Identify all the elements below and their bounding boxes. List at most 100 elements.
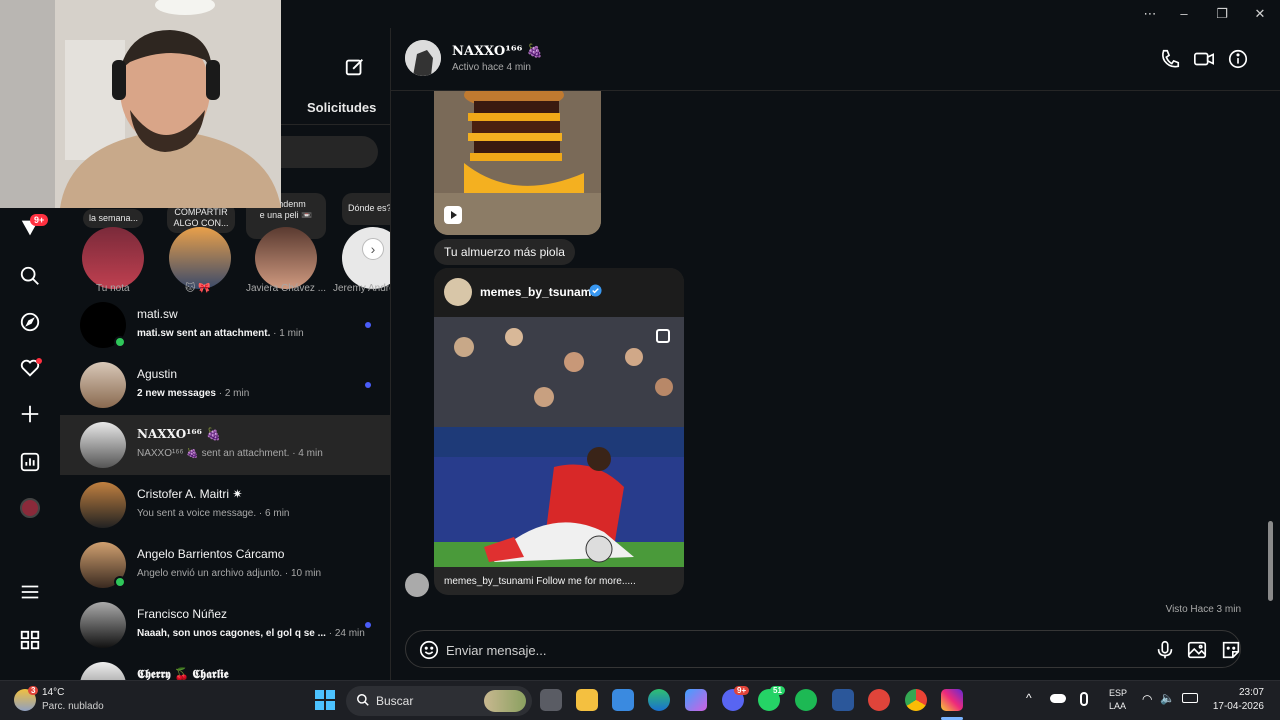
conversation-item[interactable]: Angelo Barrientos Cárcamo Angelo envió u… xyxy=(60,535,390,595)
avatar xyxy=(80,482,126,528)
microphone-tray-icon[interactable] xyxy=(1080,692,1088,706)
wifi-icon[interactable]: ◠ xyxy=(1142,692,1152,706)
unread-dot xyxy=(365,322,371,328)
explore-icon[interactable] xyxy=(18,310,42,334)
contact-name[interactable]: NAXXO¹⁶⁶ 🍇 xyxy=(452,44,543,59)
chevron-up-icon[interactable]: ^ xyxy=(1026,691,1032,705)
video-call-icon[interactable] xyxy=(1193,48,1215,70)
activity-dot xyxy=(36,358,42,364)
input-language[interactable]: ESP xyxy=(1109,688,1127,698)
search-icon xyxy=(356,693,370,712)
note-avatar[interactable] xyxy=(169,227,231,289)
shared-post-header: memes_by_tsunami xyxy=(434,268,684,317)
note-name: Tu nota xyxy=(96,283,130,294)
menu-icon[interactable] xyxy=(18,580,42,604)
conversation-item[interactable]: mati.sw mati.sw sent an attachment. · 1 … xyxy=(60,295,390,355)
conversation-item-active[interactable]: NAXXO¹⁶⁶ 🍇 NAXXO¹⁶⁶ 🍇 sent an attachment… xyxy=(60,415,390,475)
avatar xyxy=(80,662,126,680)
conversation-preview: mati.sw sent an attachment. · 1 min xyxy=(137,328,304,339)
conversation-name: NAXXO¹⁶⁶ 🍇 xyxy=(137,427,222,441)
chat-header: NAXXO¹⁶⁶ 🍇 Activo hace 4 min xyxy=(391,28,1280,91)
input-layout[interactable]: LAA xyxy=(1109,701,1126,711)
chevron-right-icon[interactable]: › xyxy=(362,238,384,260)
file-explorer-icon[interactable] xyxy=(576,689,598,711)
weather-summary[interactable]: Parc. nublado xyxy=(42,701,104,712)
message-bubble[interactable]: Tu almuerzo más piola xyxy=(434,239,575,265)
app-icon[interactable] xyxy=(868,689,890,711)
task-view-icon[interactable] xyxy=(540,689,562,711)
note-name: Jeremy Andre xyxy=(333,283,391,294)
note-avatar[interactable] xyxy=(82,227,144,289)
avatar xyxy=(80,362,126,408)
profile-icon[interactable] xyxy=(18,496,42,520)
tab-requests[interactable]: Solicitudes xyxy=(307,100,376,115)
start-icon[interactable] xyxy=(315,690,335,710)
avatar xyxy=(80,422,126,468)
compose-icon[interactable] xyxy=(344,56,366,78)
conversation-preview: Naaah, son unos cagones, el gol q se ...… xyxy=(137,628,365,639)
phone-icon[interactable] xyxy=(1159,48,1181,70)
conversation-item[interactable]: Agustin 2 new messages · 2 min xyxy=(60,355,390,415)
reel-icon xyxy=(444,206,462,224)
clock-date[interactable]: 17-04-2026 xyxy=(1213,701,1264,712)
heart-icon[interactable] xyxy=(18,356,42,380)
scroll-thumb[interactable] xyxy=(1268,521,1273,601)
close-window-button[interactable]: ✕ xyxy=(1248,4,1272,24)
conversation-preview: NAXXO¹⁶⁶ 🍇 sent an attachment. · 4 min xyxy=(137,448,323,459)
conversation-item[interactable]: Cristofer A. Maitri ✷ You sent a voice m… xyxy=(60,475,390,535)
conversation-preview: Angelo envió un archivo adjunto. · 10 mi… xyxy=(137,568,322,579)
conversation-item[interactable]: Francisco Núñez Naaah, son unos cagones,… xyxy=(60,595,390,655)
apps-icon[interactable] xyxy=(18,628,42,652)
search-icon[interactable] xyxy=(18,264,42,288)
store-icon[interactable] xyxy=(612,689,634,711)
weather-badge: 3 xyxy=(28,686,39,695)
note-bubble[interactable]: Dónde es? xyxy=(342,193,390,225)
message-scrollbar[interactable] xyxy=(1262,91,1280,680)
shared-username[interactable]: memes_by_tsunami xyxy=(480,285,595,299)
taskbar-search[interactable]: Buscar xyxy=(346,686,532,716)
spotify-icon[interactable] xyxy=(795,689,817,711)
clock-time[interactable]: 23:07 xyxy=(1239,687,1264,698)
info-icon[interactable] xyxy=(1227,48,1249,70)
conversation-name: Francisco Núñez xyxy=(137,607,228,621)
weather-temperature[interactable]: 14°C xyxy=(42,687,64,698)
unread-dot xyxy=(365,382,371,388)
chrome-icon[interactable] xyxy=(905,689,927,711)
microphone-icon[interactable] xyxy=(1154,639,1176,661)
onedrive-icon[interactable] xyxy=(1050,694,1066,703)
chat-panel: NAXXO¹⁶⁶ 🍇 Activo hace 4 min Tu almuerzo… xyxy=(391,28,1280,680)
edge-icon[interactable] xyxy=(648,689,670,711)
conversation-item[interactable]: 𝕮𝖍𝖊𝖗𝖗𝖞 🍒 𝕮𝖍𝖆𝖗𝖑𝖎𝖊 xyxy=(60,655,390,680)
volume-icon[interactable]: 🔈 xyxy=(1160,691,1175,705)
conversation-name: 𝕮𝖍𝖊𝖗𝖗𝖞 🍒 𝕮𝖍𝖆𝖗𝖑𝖎𝖊 xyxy=(137,667,229,680)
dashboard-icon[interactable] xyxy=(18,450,42,474)
unread-dot xyxy=(365,622,371,628)
shared-user-avatar[interactable] xyxy=(444,278,472,306)
more-options-icon[interactable]: ⋯ xyxy=(1138,4,1162,24)
notifications-badge: 9+ xyxy=(30,214,49,226)
image-icon[interactable] xyxy=(1186,639,1208,661)
instagram-icon[interactable] xyxy=(941,689,963,711)
note-bubble[interactable]: la semana... xyxy=(83,209,143,228)
seen-status: Visto Hace 3 min xyxy=(1165,604,1241,615)
minimize-button[interactable]: – xyxy=(1172,4,1196,24)
whatsapp-badge: 51 xyxy=(770,686,785,695)
note-avatar[interactable] xyxy=(255,227,317,289)
message-thread: Tu almuerzo más piola memes_by_tsunami m… xyxy=(391,91,1261,628)
contact-avatar[interactable] xyxy=(405,40,441,76)
notifications-icon[interactable]: 9+ xyxy=(18,214,49,240)
shared-post-card[interactable]: memes_by_tsunami memes_by_tsunami Follow… xyxy=(434,268,684,595)
sticker-icon[interactable] xyxy=(1220,639,1242,661)
emoji-icon[interactable] xyxy=(418,639,440,661)
battery-icon[interactable] xyxy=(1182,693,1198,703)
copilot-icon[interactable] xyxy=(685,689,707,711)
shared-post-image[interactable] xyxy=(434,317,684,567)
create-icon[interactable] xyxy=(18,402,42,426)
restore-button[interactable]: ❐ xyxy=(1210,4,1234,24)
message-input[interactable] xyxy=(446,640,1086,660)
discord-badge: 9+ xyxy=(734,686,750,695)
conversation-preview: 2 new messages · 2 min xyxy=(137,388,250,399)
webcam-overlay xyxy=(0,0,281,208)
word-icon[interactable] xyxy=(832,689,854,711)
shared-reel-thumbnail[interactable] xyxy=(434,91,601,235)
